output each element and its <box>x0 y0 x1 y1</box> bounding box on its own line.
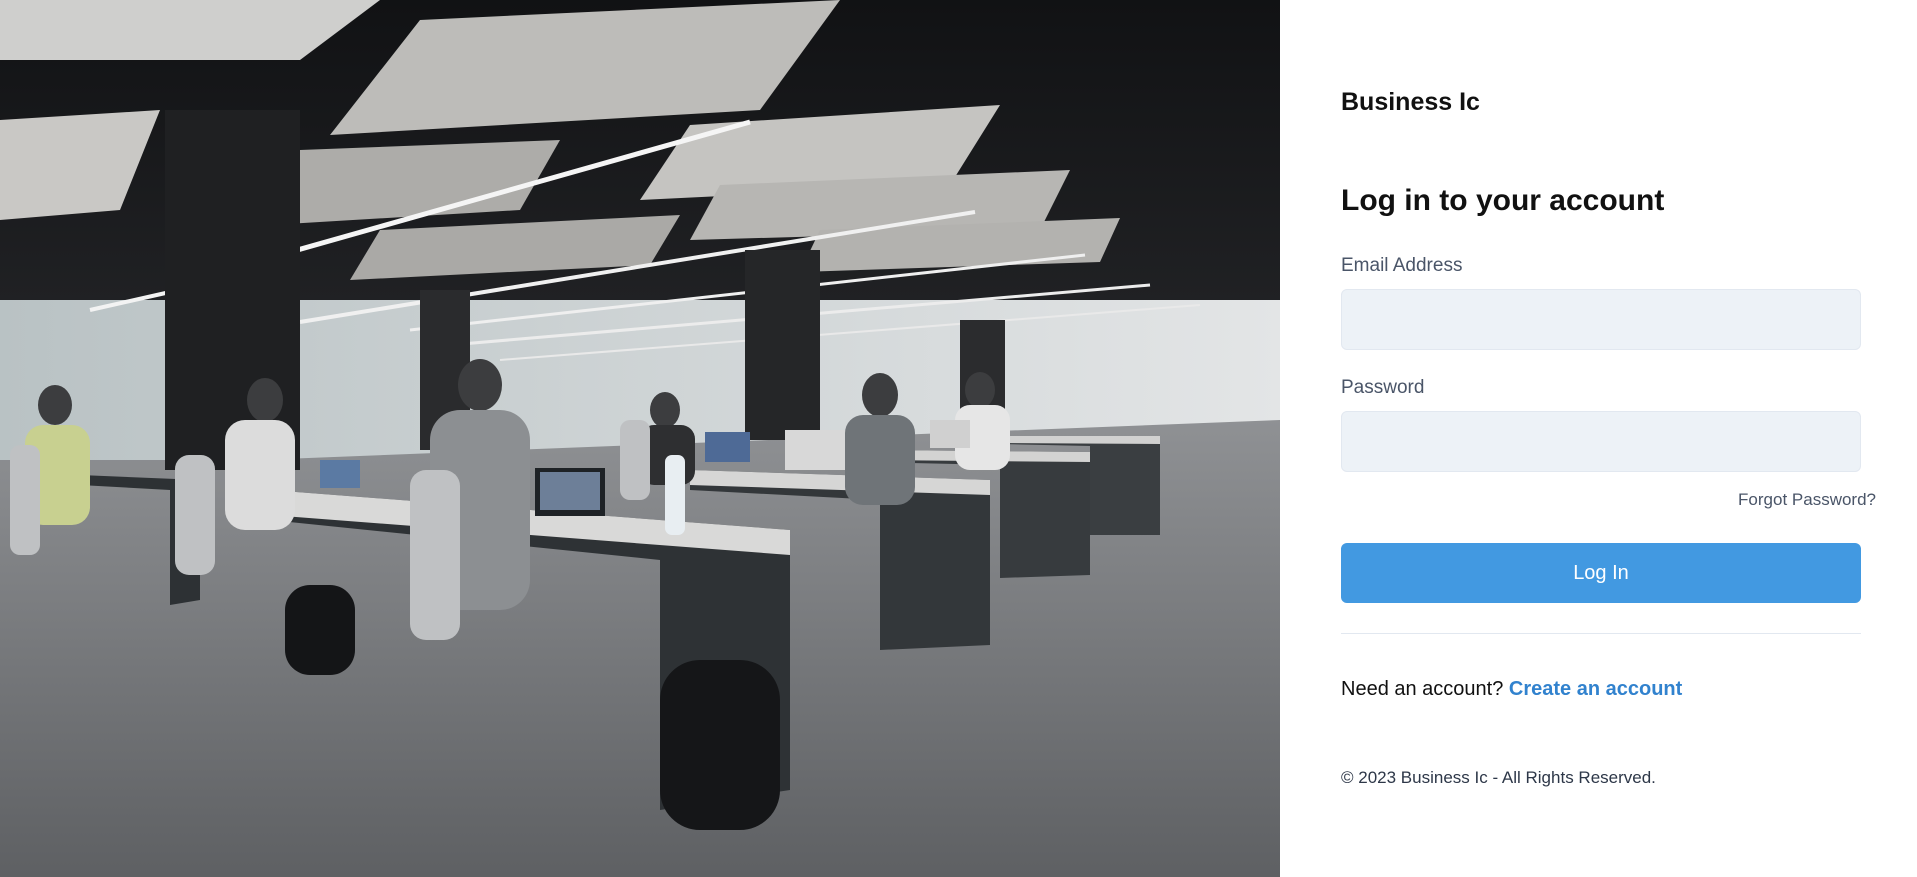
office-scene-illustration <box>0 0 1280 877</box>
signup-prompt: Need an account? Create an account <box>1341 678 1682 701</box>
email-field[interactable] <box>1341 289 1861 350</box>
login-page: Business Ic Log in to your account Email… <box>0 0 1917 877</box>
create-account-link[interactable]: Create an account <box>1509 678 1682 700</box>
password-label: Password <box>1341 377 1425 398</box>
copyright-text: © 2023 Business Ic - All Rights Reserved… <box>1341 768 1656 787</box>
signup-prompt-text: Need an account? <box>1341 678 1509 700</box>
divider <box>1341 633 1861 634</box>
forgot-password-link[interactable]: Forgot Password? <box>1738 490 1876 510</box>
login-button[interactable]: Log In <box>1341 543 1861 603</box>
email-label: Email Address <box>1341 255 1463 276</box>
login-panel: Business Ic Log in to your account Email… <box>1280 0 1917 877</box>
password-field[interactable] <box>1341 411 1861 472</box>
page-title: Log in to your account <box>1341 184 1665 217</box>
hero-office-image <box>0 0 1280 877</box>
brand-name: Business Ic <box>1341 88 1480 116</box>
